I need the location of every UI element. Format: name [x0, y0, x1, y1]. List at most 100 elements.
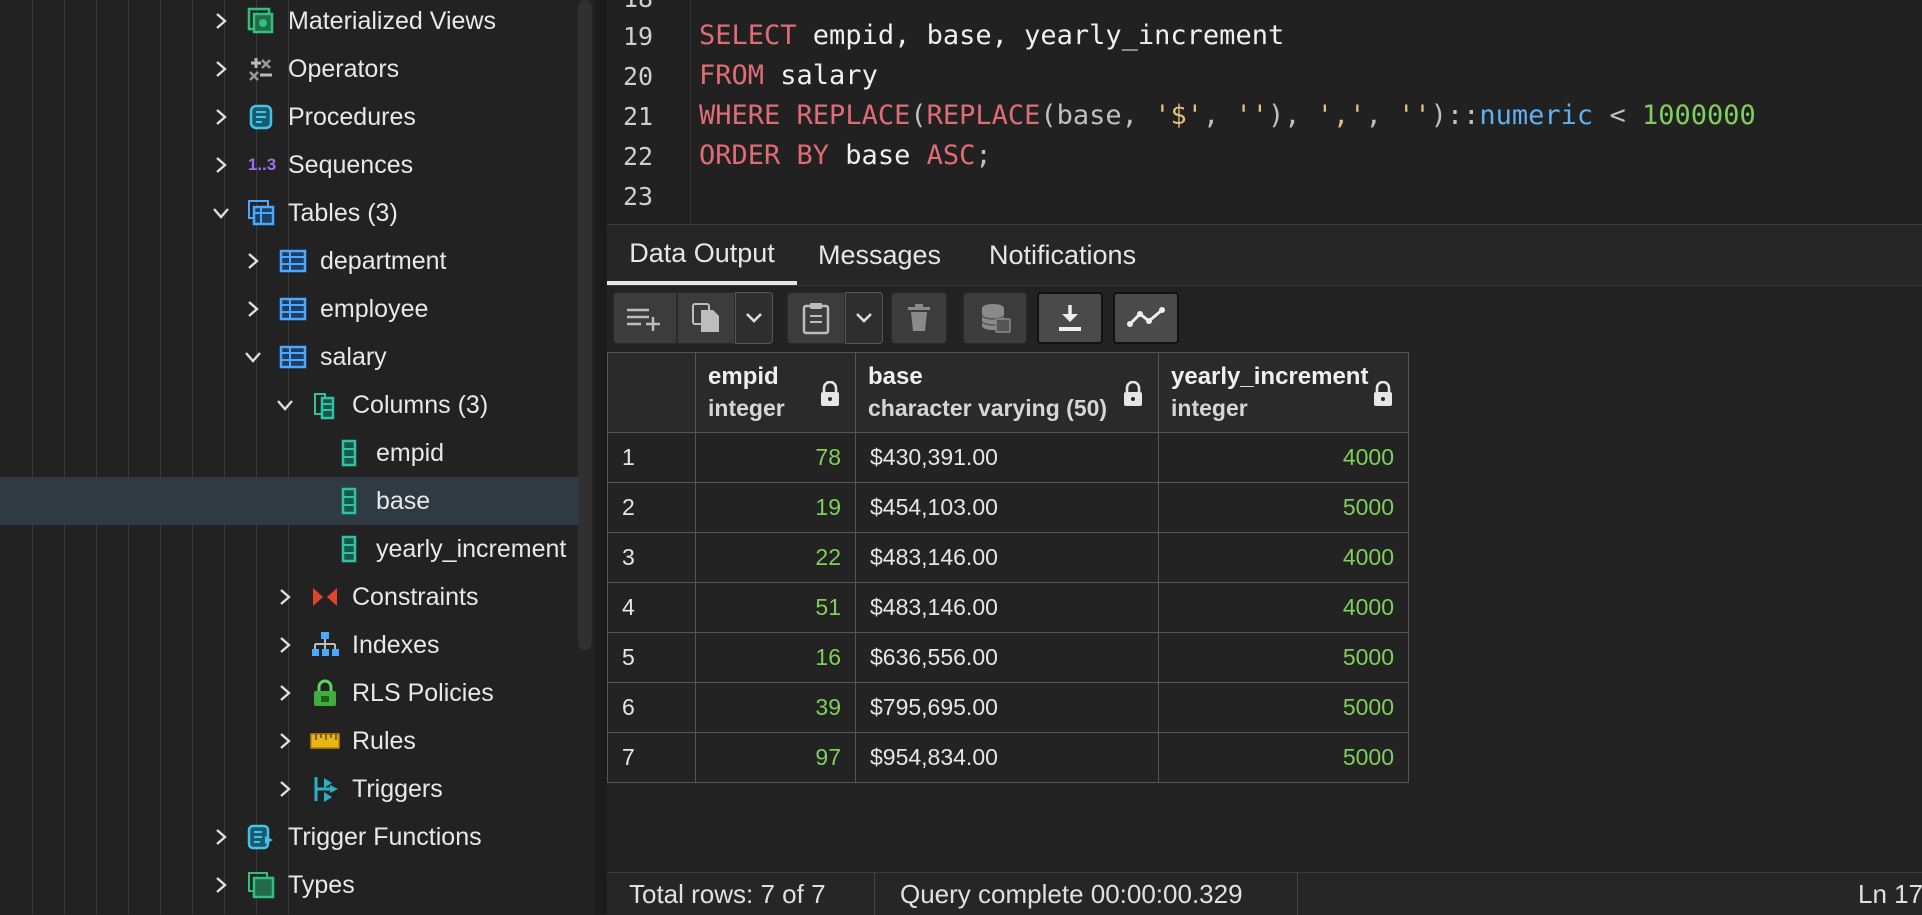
tab-data-output[interactable]: Data Output — [607, 225, 797, 285]
column-header-base[interactable]: base character varying (50) — [855, 352, 1159, 433]
row-number[interactable]: 2 — [607, 482, 696, 533]
tree-item-columns[interactable]: Columns (3) — [0, 381, 585, 429]
tree-item-rls-policies[interactable]: RLS Policies — [0, 669, 585, 717]
paste-button[interactable] — [787, 292, 845, 344]
tree-scrollbar-track[interactable] — [578, 0, 592, 650]
table-row[interactable]: 2 19 $454,103.00 5000 — [607, 482, 1409, 533]
cell-yearly-increment[interactable]: 5000 — [1158, 482, 1409, 533]
cell-empid[interactable]: 16 — [695, 632, 856, 683]
chevron-right-icon[interactable] — [243, 299, 263, 319]
chevron-down-icon[interactable] — [243, 347, 263, 367]
sql-editor[interactable]: 18 19 20 21 22 23 SELECT empid, base, ye… — [607, 0, 1922, 224]
tree-item-trigger-functions[interactable]: Trigger Functions — [0, 813, 585, 861]
cell-empid[interactable]: 51 — [695, 582, 856, 633]
chevron-right-icon[interactable] — [211, 827, 231, 847]
row-number[interactable]: 7 — [607, 732, 696, 783]
cell-empid[interactable]: 22 — [695, 532, 856, 583]
cell-base[interactable]: $483,146.00 — [855, 582, 1159, 633]
table-row[interactable]: 6 39 $795,695.00 5000 — [607, 682, 1409, 733]
tree-item-constraints[interactable]: Constraints — [0, 573, 585, 621]
chevron-right-icon[interactable] — [211, 875, 231, 895]
graph-visualiser-icon — [1127, 307, 1165, 327]
row-number-header[interactable] — [607, 352, 696, 433]
table-row[interactable]: 1 78 $430,391.00 4000 — [607, 432, 1409, 483]
column-type: character varying (50) — [868, 395, 1108, 421]
tree-item-operators[interactable]: Operators — [0, 45, 585, 93]
tree-item-triggers[interactable]: Triggers — [0, 765, 585, 813]
cell-base[interactable]: $795,695.00 — [855, 682, 1159, 733]
tree-item-sequences[interactable]: 1..3 Sequences — [0, 141, 585, 189]
cell-base[interactable]: $430,391.00 — [855, 432, 1159, 483]
tree-item-label: Materialized Views — [288, 6, 496, 35]
panel-splitter[interactable] — [595, 0, 607, 914]
cell-empid[interactable]: 39 — [695, 682, 856, 733]
rls-policies-icon — [310, 678, 340, 708]
cell-base[interactable]: $454,103.00 — [855, 482, 1159, 533]
table-row[interactable]: 3 22 $483,146.00 4000 — [607, 532, 1409, 583]
copy-options-dropdown[interactable] — [735, 292, 773, 344]
table-row[interactable]: 7 97 $954,834.00 5000 — [607, 732, 1409, 783]
chevron-right-icon[interactable] — [243, 251, 263, 271]
code-line-21: WHERE REPLACE(REPLACE(base, '$', ''), ',… — [699, 100, 1756, 131]
cell-yearly-increment[interactable]: 4000 — [1158, 582, 1409, 633]
cell-empid[interactable]: 19 — [695, 482, 856, 533]
cell-yearly-increment[interactable]: 4000 — [1158, 432, 1409, 483]
save-data-button[interactable] — [963, 292, 1027, 344]
tree-item-procedures[interactable]: Procedures — [0, 93, 585, 141]
paste-options-dropdown[interactable] — [845, 292, 883, 344]
cell-base[interactable]: $954,834.00 — [855, 732, 1159, 783]
column-header-empid[interactable]: empid integer — [695, 352, 856, 433]
tree-item-indexes[interactable]: Indexes — [0, 621, 585, 669]
tree-item-materialized-views[interactable]: Materialized Views — [0, 0, 585, 45]
download-button[interactable] — [1037, 292, 1103, 344]
tree-item-salary[interactable]: salary — [0, 333, 585, 381]
tab-notifications[interactable]: Notifications — [989, 225, 1169, 285]
table-row[interactable]: 5 16 $636,556.00 5000 — [607, 632, 1409, 683]
chevron-right-icon[interactable] — [211, 155, 231, 175]
paste-icon — [802, 303, 830, 335]
tree-item-types[interactable]: Types — [0, 861, 585, 909]
cell-base[interactable]: $636,556.00 — [855, 632, 1159, 683]
chevron-right-icon[interactable] — [211, 107, 231, 127]
tab-messages[interactable]: Messages — [818, 225, 958, 285]
chevron-right-icon[interactable] — [275, 635, 295, 655]
row-number[interactable]: 5 — [607, 632, 696, 683]
column-header-yearly-increment[interactable]: yearly_increment integer — [1158, 352, 1409, 433]
chevron-down-icon[interactable] — [275, 395, 295, 415]
copy-button[interactable] — [677, 292, 735, 344]
code-text: ):: — [1430, 100, 1480, 131]
chevron-right-icon[interactable] — [211, 11, 231, 31]
row-number[interactable]: 1 — [607, 432, 696, 483]
tree-item-rules[interactable]: Rules — [0, 717, 585, 765]
cell-yearly-increment[interactable]: 4000 — [1158, 532, 1409, 583]
chevron-right-icon[interactable] — [275, 587, 295, 607]
tree-item-base[interactable]: base — [0, 477, 585, 525]
row-number[interactable]: 6 — [607, 682, 696, 733]
row-number[interactable]: 3 — [607, 532, 696, 583]
chevron-down-icon[interactable] — [211, 203, 231, 223]
chevron-right-icon[interactable] — [275, 731, 295, 751]
chevron-right-icon[interactable] — [275, 779, 295, 799]
cell-yearly-increment[interactable]: 5000 — [1158, 632, 1409, 683]
sql-keyword: ASC — [926, 140, 976, 171]
tree-item-yearly-increment[interactable]: yearly_increment — [0, 525, 585, 573]
cell-empid[interactable]: 78 — [695, 432, 856, 483]
chevron-down-icon — [856, 313, 872, 323]
delete-row-button[interactable] — [891, 292, 947, 344]
cell-yearly-increment[interactable]: 5000 — [1158, 682, 1409, 733]
cell-base[interactable]: $483,146.00 — [855, 532, 1159, 583]
tree-item-department[interactable]: department — [0, 237, 585, 285]
row-number[interactable]: 4 — [607, 582, 696, 633]
chevron-right-icon[interactable] — [211, 59, 231, 79]
code-text: ; — [975, 140, 992, 171]
table-row[interactable]: 4 51 $483,146.00 4000 — [607, 582, 1409, 633]
tree-item-empid[interactable]: empid — [0, 429, 585, 477]
chevron-right-icon[interactable] — [275, 683, 295, 703]
tree-item-employee[interactable]: employee — [0, 285, 585, 333]
cell-empid[interactable]: 97 — [695, 732, 856, 783]
tree-item-tables[interactable]: Tables (3) — [0, 189, 585, 237]
column-icon — [334, 534, 364, 564]
graph-visualiser-button[interactable] — [1113, 292, 1179, 344]
add-row-button[interactable] — [613, 292, 677, 344]
cell-yearly-increment[interactable]: 5000 — [1158, 732, 1409, 783]
